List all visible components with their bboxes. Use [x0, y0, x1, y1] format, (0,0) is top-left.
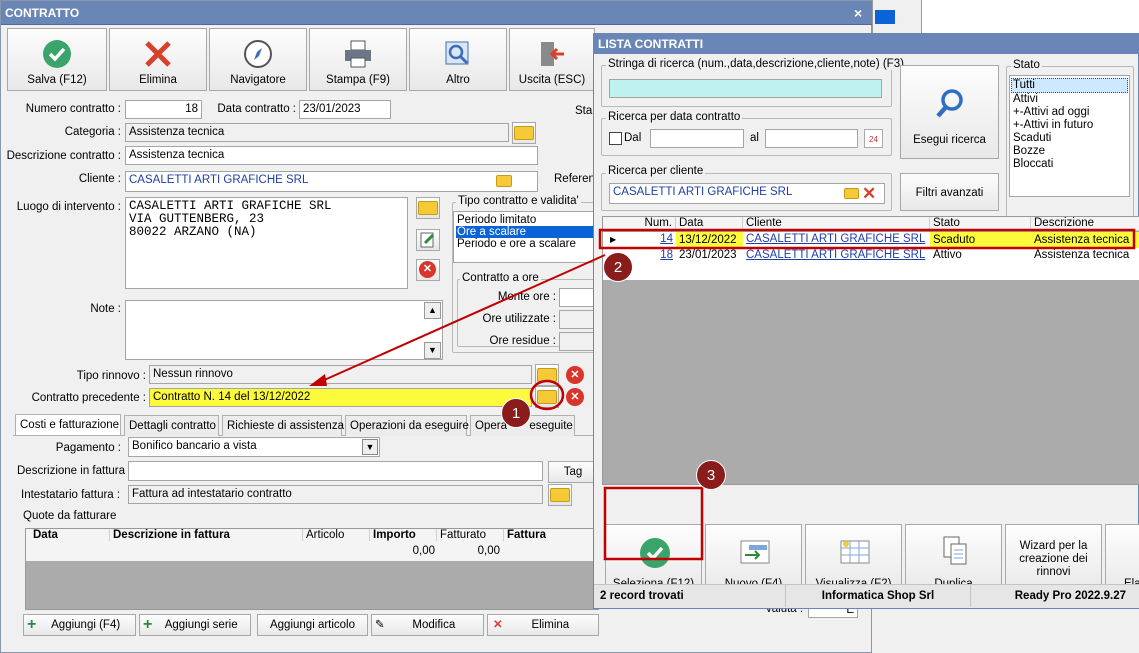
arrow-head-icon [309, 374, 327, 386]
annotation-arrow [321, 254, 606, 382]
annotation-badge-1: 1 [501, 398, 531, 428]
annotation-circle-folder [529, 379, 565, 411]
annotation-badge-3: 3 [696, 460, 726, 490]
annotation-overlay [309, 228, 1136, 561]
annotation-badge-2: 2 [603, 252, 633, 282]
annotation-seleziona-box [603, 486, 704, 561]
annotation-row-highlight [598, 228, 1136, 250]
